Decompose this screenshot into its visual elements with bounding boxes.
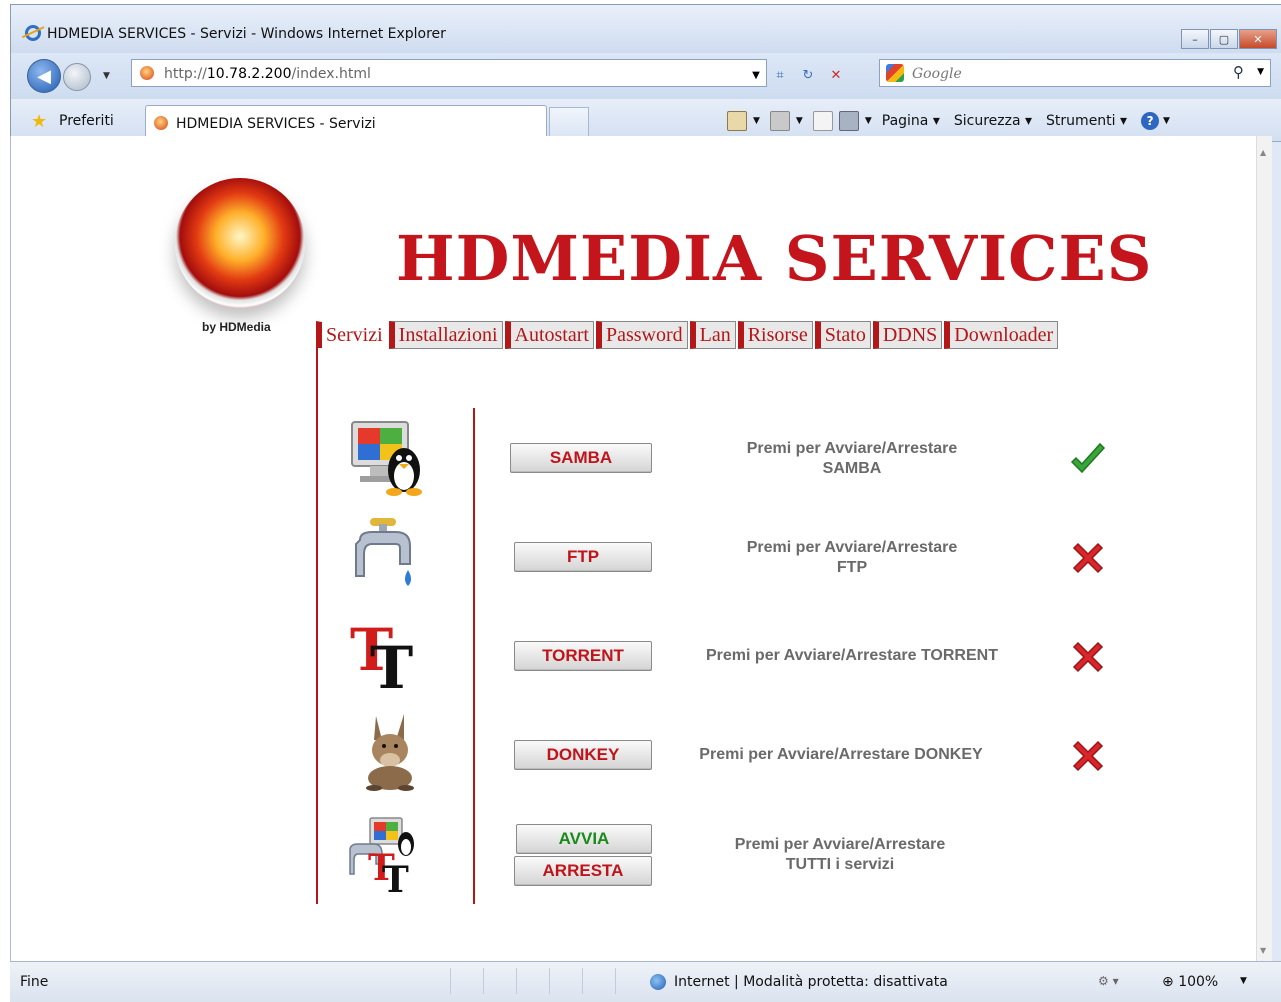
- tab-stato[interactable]: Stato: [814, 321, 871, 349]
- feeds-icon[interactable]: [769, 111, 790, 131]
- stop-all-button[interactable]: ARRESTA: [514, 856, 652, 886]
- security-zone[interactable]: Internet | Modalità protetta: disattivat…: [674, 974, 948, 990]
- ftp-desc-line2: FTP: [836, 559, 868, 576]
- menu-pagina[interactable]: Pagina ▾: [882, 113, 940, 129]
- compatibility-icon[interactable]: ⌗: [769, 65, 791, 87]
- tab-downloader[interactable]: Downloader: [944, 321, 1059, 349]
- address-tools: ▼ ⌗ ↻ ✕: [749, 65, 847, 87]
- print-dropdown-icon[interactable]: ▼: [865, 116, 872, 126]
- content-divider-left: [316, 348, 318, 904]
- site-favicon-icon: [140, 66, 154, 80]
- scroll-down-icon[interactable]: ▼: [1260, 946, 1266, 955]
- donkey-desc-line1: Premi per Avviare/Arrestare DONKEY: [699, 746, 983, 763]
- address-row: ◀ ▼ http://10.78.2.200/index.html ▼ ⌗ ↻ …: [11, 53, 1281, 99]
- donkey-description: Premi per Avviare/Arrestare DONKEY: [668, 745, 1014, 765]
- internet-zone-icon: [650, 974, 666, 990]
- feeds-dropdown-icon[interactable]: ▼: [796, 116, 803, 126]
- menu-sicurezza[interactable]: Sicurezza ▾: [954, 113, 1032, 129]
- tab-servizi[interactable]: Servizi: [316, 321, 387, 348]
- content-divider-mid: [473, 408, 475, 904]
- minimize-button[interactable]: –: [1181, 29, 1209, 49]
- address-text[interactable]: http://10.78.2.200/index.html: [164, 66, 371, 82]
- tab-password[interactable]: Password: [595, 321, 688, 349]
- refresh-icon[interactable]: ↻: [797, 65, 819, 87]
- tab-lan[interactable]: Lan: [689, 321, 736, 349]
- address-bar[interactable]: http://10.78.2.200/index.html: [131, 59, 767, 87]
- samba-desc-line2: SAMBA: [822, 460, 882, 477]
- help-dropdown-icon[interactable]: ▼: [1163, 116, 1170, 126]
- help-icon[interactable]: ?: [1141, 112, 1160, 130]
- stop-icon[interactable]: ✕: [825, 65, 847, 87]
- all-desc-line2: TUTTI i servizi: [785, 856, 895, 873]
- samba-description: Premi per Avviare/Arrestare SAMBA: [692, 439, 1012, 479]
- tab-title: HDMEDIA SERVICES - Servizi: [176, 116, 376, 132]
- brand-title: HDMEDIA SERVICES: [396, 222, 1153, 295]
- address-dropdown-icon[interactable]: ▼: [749, 65, 763, 87]
- vertical-scrollbar[interactable]: ▲ ▼: [1256, 136, 1272, 961]
- history-dropdown-icon[interactable]: ▼: [103, 71, 110, 81]
- samba-desc-line1: Premi per Avviare/Arrestare: [746, 440, 958, 457]
- title-bar: HDMEDIA SERVICES - Servizi - Windows Int…: [11, 5, 1281, 53]
- search-placeholder: Google: [912, 66, 962, 82]
- status-panes: [450, 968, 648, 994]
- home-dropdown-icon[interactable]: ▼: [753, 116, 760, 126]
- zoom-dropdown-icon[interactable]: ▼: [1240, 976, 1247, 986]
- tab-installazioni[interactable]: Installazioni: [388, 321, 503, 349]
- donkey-button[interactable]: DONKEY: [514, 740, 652, 770]
- favorites-star-icon[interactable]: ★: [31, 111, 47, 132]
- menu-strumenti[interactable]: Strumenti ▾: [1046, 113, 1127, 129]
- mail-icon[interactable]: [812, 111, 833, 131]
- torrent-icon: T T: [350, 616, 413, 694]
- hdmedia-logo: [175, 178, 305, 308]
- donkey-icon: [366, 714, 414, 791]
- favorites-label[interactable]: Preferiti: [59, 113, 114, 129]
- all-desc-line1: Premi per Avviare/Arrestare: [734, 836, 946, 853]
- tab-ddns[interactable]: DDNS: [872, 321, 943, 349]
- print-icon[interactable]: [838, 111, 859, 131]
- status-check-icon: [1070, 442, 1106, 474]
- status-text: Fine: [20, 974, 49, 990]
- tab-favicon-icon: [154, 116, 168, 130]
- home-icon[interactable]: [727, 111, 747, 131]
- google-logo-icon: [886, 64, 904, 82]
- nav-tabs: Servizi Installazioni Autostart Password…: [316, 321, 1060, 349]
- ie-logo-icon: [25, 25, 41, 41]
- torrent-button[interactable]: TORRENT: [514, 641, 652, 671]
- zoom-level[interactable]: ⊕ 100%: [1162, 974, 1218, 990]
- status-cross-icon: [1072, 542, 1104, 574]
- all-services-icon: T T: [349, 817, 414, 894]
- browser-tab[interactable]: HDMEDIA SERVICES - Servizi: [145, 105, 547, 139]
- protected-mode-icon[interactable]: ⚙ ▾: [1098, 974, 1119, 988]
- scroll-up-icon[interactable]: ▲: [1260, 148, 1266, 157]
- logo-caption: by HDMedia: [202, 320, 271, 334]
- tab-autostart[interactable]: Autostart: [504, 321, 594, 349]
- samba-linux-icon: [351, 421, 422, 496]
- back-button[interactable]: ◀: [27, 59, 61, 93]
- maximize-button[interactable]: ▢: [1210, 29, 1238, 49]
- window-controls: – ▢ ✕: [1180, 29, 1277, 49]
- svg-text:T: T: [382, 859, 409, 894]
- tab-risorse[interactable]: Risorse: [737, 321, 813, 349]
- ftp-faucet-icon: [355, 518, 411, 586]
- start-all-button[interactable]: AVVIA: [516, 824, 652, 854]
- search-box[interactable]: Google ⚲ ▼: [879, 59, 1271, 87]
- torrent-desc-line1: Premi per Avviare/Arrestare TORRENT: [706, 647, 998, 664]
- torrent-description: Premi per Avviare/Arrestare TORRENT: [676, 646, 1028, 666]
- all-services-description: Premi per Avviare/Arrestare TUTTI i serv…: [680, 835, 1000, 875]
- samba-button[interactable]: SAMBA: [510, 443, 652, 473]
- svg-text:T: T: [370, 634, 413, 694]
- new-tab-button[interactable]: [549, 107, 589, 137]
- command-bar: ▼ ▼ ▼ Pagina ▾ Sicurezza ▾ Strumenti ▾ ?…: [727, 111, 1170, 131]
- status-cross-icon: [1072, 740, 1104, 772]
- status-bar: Fine Internet | Modalità protetta: disat…: [10, 961, 1281, 1002]
- forward-button[interactable]: [63, 63, 91, 91]
- ftp-button[interactable]: FTP: [514, 542, 652, 572]
- close-button[interactable]: ✕: [1239, 29, 1277, 49]
- search-icon[interactable]: ⚲: [1233, 63, 1244, 81]
- status-cross-icon: [1072, 641, 1104, 673]
- ftp-desc-line1: Premi per Avviare/Arrestare: [746, 539, 958, 556]
- window-title: HDMEDIA SERVICES - Servizi - Windows Int…: [47, 26, 446, 42]
- search-dropdown-icon[interactable]: ▼: [1257, 67, 1264, 77]
- ftp-description: Premi per Avviare/Arrestare FTP: [692, 538, 1012, 578]
